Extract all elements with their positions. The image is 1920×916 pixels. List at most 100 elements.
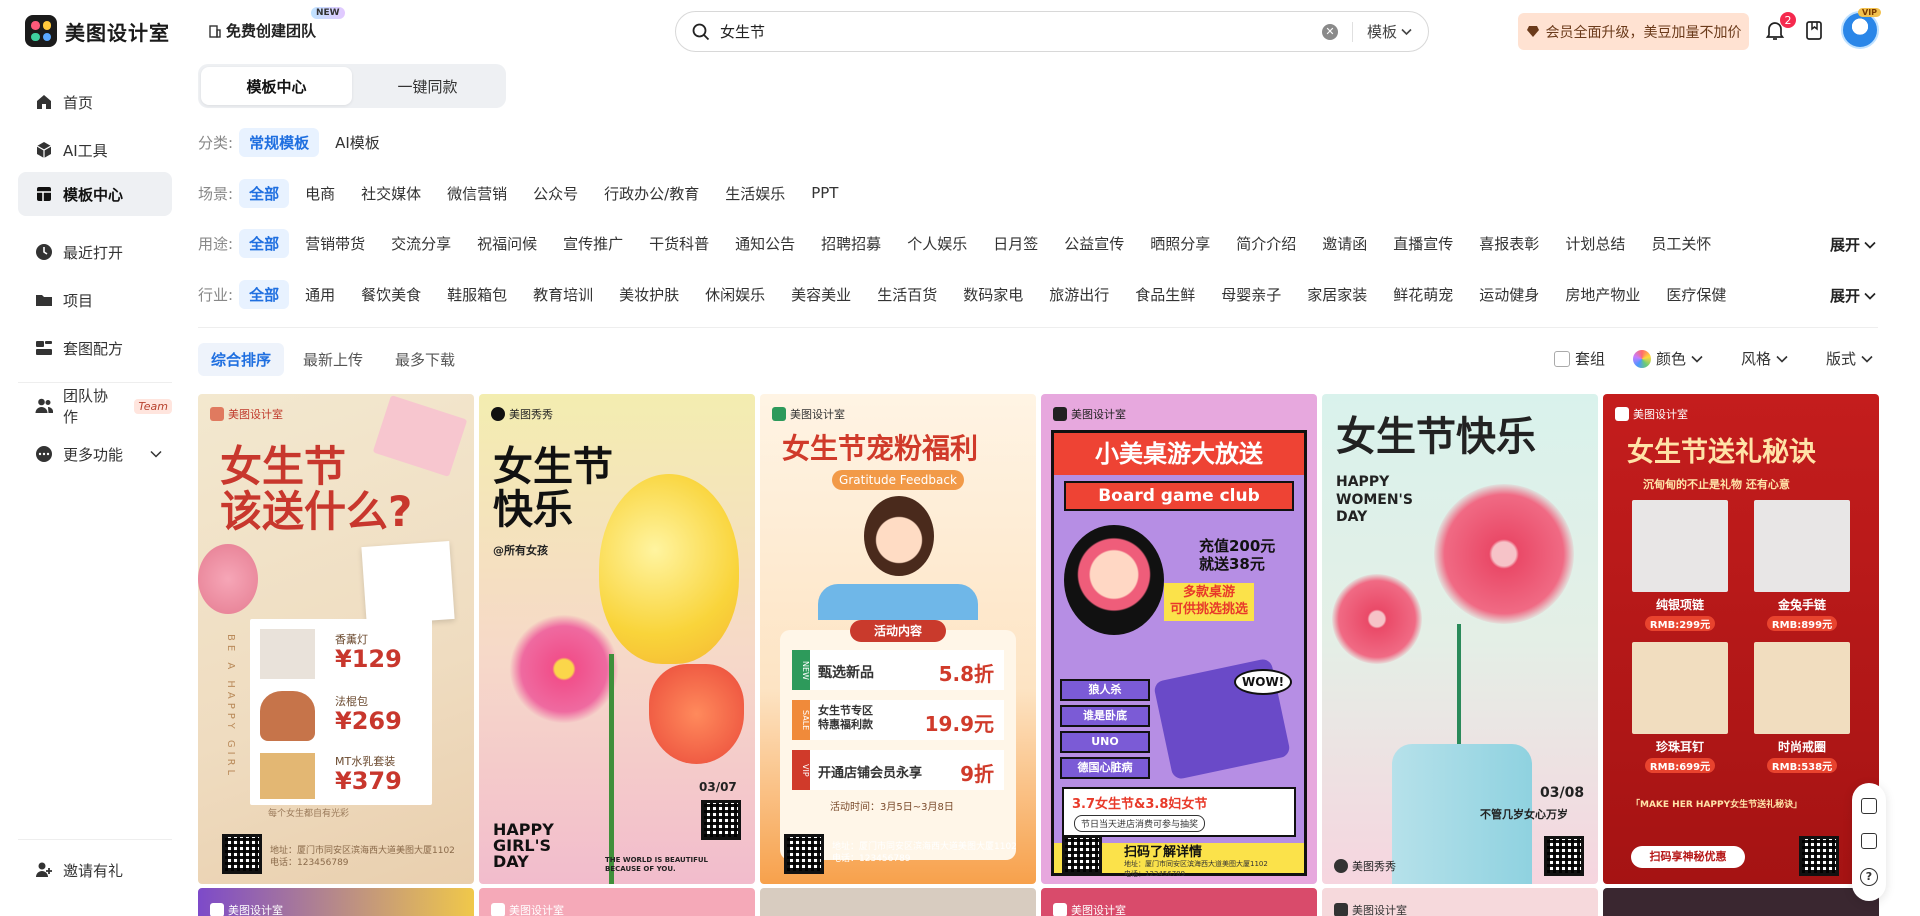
filter-chip[interactable]: 行政办公/教育 (594, 179, 709, 208)
search-input[interactable]: 女生节 (720, 21, 1322, 42)
filter-chip[interactable]: 通知公告 (725, 229, 805, 258)
filter-chip[interactable]: 医疗保健 (1656, 280, 1736, 309)
filter-chip[interactable]: 教育培训 (523, 280, 603, 309)
color-filter[interactable]: 颜色 (1633, 348, 1703, 369)
search-bar[interactable]: 女生节 ✕ 模板 (675, 11, 1429, 52)
template-card[interactable] (1603, 888, 1879, 916)
sort-most-downloads[interactable]: 最多下载 (382, 343, 468, 376)
set-toggle[interactable]: 套组 (1554, 348, 1605, 369)
sidebar-item-recent[interactable]: 最近打开 (18, 230, 172, 274)
sort-newest[interactable]: 最新上传 (290, 343, 376, 376)
filter-chip[interactable]: 全部 (239, 228, 290, 258)
tab-template-center[interactable]: 模板中心 (201, 67, 352, 105)
sort-comprehensive[interactable]: 综合排序 (198, 343, 285, 376)
filter-chip[interactable]: 干货科普 (639, 229, 719, 258)
template-card[interactable]: 美图设计室 女生节送礼秘诀 沉甸甸的不止是礼物 还有心意 纯银项链 RMB:299… (1603, 394, 1879, 884)
clock-icon (36, 244, 52, 260)
filter-chip[interactable]: 鞋服箱包 (437, 280, 517, 309)
template-card[interactable]: 美图设计室 (1322, 888, 1598, 916)
filter-chip[interactable]: 母婴亲子 (1211, 280, 1291, 309)
card-title: 女生节 快乐 (493, 444, 613, 534)
tab-one-click-same[interactable]: 一键同款 (352, 67, 503, 105)
template-card[interactable]: 美图秀秀 女生节 快乐 @所有女孩 03/07 HAPPY GIRL'S DAY… (479, 394, 755, 884)
filter-chip[interactable]: 全部 (239, 279, 290, 309)
filter-chip[interactable]: 美妆护肤 (609, 280, 689, 309)
template-card[interactable]: 美图设计室 女生节 该送什么? BE A HAPPY GIRL 香薰灯 ¥129… (198, 394, 474, 884)
filter-chip[interactable]: 个人娱乐 (897, 229, 977, 258)
card-brand: 美图设计室 (1053, 406, 1126, 422)
filter-chip[interactable]: 喜报表彰 (1469, 229, 1549, 258)
help-icon[interactable]: ? (1860, 867, 1878, 886)
filter-chip[interactable]: 简介介绍 (1226, 229, 1306, 258)
expand-usage-button[interactable]: 展开 (1830, 234, 1876, 255)
save-icon[interactable] (1861, 798, 1877, 815)
product-list: 香薰灯 ¥129 法棍包 ¥269 MT水乳套装 ¥379 (250, 619, 432, 805)
chevron-down-icon (1864, 241, 1876, 249)
feedback-icon[interactable] (1861, 832, 1877, 849)
filter-chip[interactable]: 休闲娱乐 (695, 280, 775, 309)
sidebar-item-home[interactable]: 首页 (18, 80, 172, 124)
sidebar-item-team[interactable]: 团队协作 Team (18, 384, 172, 428)
filter-chip[interactable]: AI模板 (325, 128, 390, 157)
filter-chip[interactable]: 旅游出行 (1039, 280, 1119, 309)
filter-chip[interactable]: 直播宣传 (1383, 229, 1463, 258)
sidebar-item-more[interactable]: 更多功能 (18, 432, 172, 476)
festival-box: 3.7女生节&3.8妇女节 节日当天进店消费可参与抽奖 (1062, 787, 1296, 837)
filter-chip[interactable]: 常规模板 (239, 127, 320, 157)
template-card[interactable]: 美图设计室 女生节宠粉福利 Gratitude Feedback 活动内容 NE… (760, 394, 1036, 884)
sidebar-item-ai-tools[interactable]: AI工具 (18, 128, 172, 172)
chevron-down-icon (150, 450, 162, 458)
filter-chip[interactable]: 公益宣传 (1054, 229, 1134, 258)
set-checkbox[interactable] (1554, 350, 1570, 367)
sidebar-item-label: 更多功能 (63, 445, 124, 464)
filter-chip[interactable]: PPT (801, 180, 848, 206)
filter-chip[interactable]: 宣传推广 (553, 229, 633, 258)
app-logo[interactable]: 美图设计室 (25, 15, 170, 47)
filter-chip[interactable]: 日月签 (983, 229, 1048, 258)
create-team-label: 免费创建团队 (226, 22, 317, 40)
vip-upgrade-banner[interactable]: 会员全面升级，美豆加量不加价 (1518, 13, 1749, 50)
template-card[interactable] (760, 888, 1036, 916)
document-icon[interactable] (1805, 20, 1823, 41)
filter-chip[interactable]: 生活娱乐 (715, 179, 795, 208)
filter-chip[interactable]: 祝福问候 (467, 229, 547, 258)
flower-decoration (509, 614, 619, 724)
layout-filter[interactable]: 版式 (1826, 348, 1873, 369)
clear-icon[interactable]: ✕ (1321, 23, 1338, 40)
filter-chip[interactable]: 通用 (295, 280, 345, 309)
filter-chip[interactable]: 运动健身 (1469, 280, 1549, 309)
filter-chip[interactable]: 生活百货 (867, 280, 947, 309)
sidebar-item-projects[interactable]: 项目 (18, 278, 172, 322)
sidebar-item-recipes[interactable]: 套图配方 (18, 326, 172, 370)
sidebar-item-invite[interactable]: 邀请有礼 (18, 848, 172, 892)
filter-chip[interactable]: 晒照分享 (1140, 229, 1220, 258)
sidebar-item-template-center[interactable]: 模板中心 (18, 172, 172, 216)
filter-chip[interactable]: 餐饮美食 (351, 280, 431, 309)
filter-chip[interactable]: 美容美业 (781, 280, 861, 309)
filter-chip[interactable]: 社交媒体 (351, 179, 431, 208)
filter-chip[interactable]: 交流分享 (381, 229, 461, 258)
template-card[interactable]: 女生节快乐 HAPPY WOMEN'S DAY 03/08 不管几岁女心万岁 美… (1322, 394, 1598, 884)
template-card[interactable]: 美图设计室 (198, 888, 474, 916)
expand-industry-button[interactable]: 展开 (1830, 285, 1876, 306)
filter-chip[interactable]: 食品生鲜 (1125, 280, 1205, 309)
filter-chip[interactable]: 房地产物业 (1555, 280, 1650, 309)
filter-chip[interactable]: 电商 (295, 179, 345, 208)
template-card[interactable]: 美图设计室 小美桌游大放送 Board game club 充值200元 就送3… (1041, 394, 1317, 884)
filter-chip[interactable]: 家居家装 (1297, 280, 1377, 309)
filter-chip[interactable]: 数码家电 (953, 280, 1033, 309)
filter-chip[interactable]: 邀请函 (1312, 229, 1377, 258)
filter-chip[interactable]: 微信营销 (437, 179, 517, 208)
create-team-button[interactable]: 免费创建团队 (208, 20, 316, 41)
filter-chip[interactable]: 鲜花萌宠 (1383, 280, 1463, 309)
filter-chip[interactable]: 计划总结 (1555, 229, 1635, 258)
search-type-select[interactable]: 模板 (1367, 21, 1412, 42)
filter-chip[interactable]: 公众号 (523, 179, 588, 208)
filter-chip[interactable]: 营销带货 (295, 229, 375, 258)
filter-chip[interactable]: 员工关怀 (1641, 229, 1721, 258)
filter-chip[interactable]: 全部 (239, 178, 290, 208)
style-filter[interactable]: 风格 (1741, 348, 1788, 369)
filter-chip[interactable]: 招聘招募 (811, 229, 891, 258)
template-card[interactable]: 美图设计室 (1041, 888, 1317, 916)
template-card[interactable]: 美图设计室 (479, 888, 755, 916)
